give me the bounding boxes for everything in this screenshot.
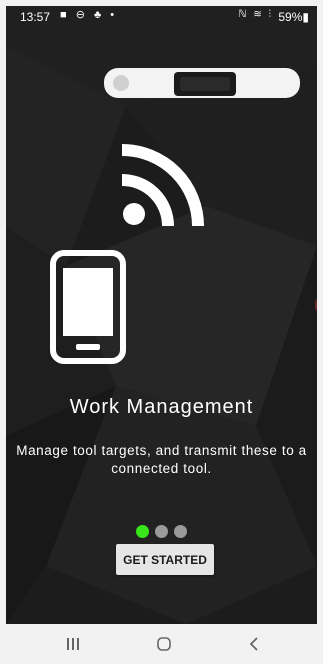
battery-indicator: 59%▮: [278, 10, 309, 24]
tool-icon: [104, 68, 300, 98]
smartphone-icon: [50, 250, 126, 364]
page-indicator: [136, 525, 196, 539]
recents-button[interactable]: [53, 632, 93, 656]
recents-icon: [67, 638, 79, 650]
page-dot-3[interactable]: [174, 525, 187, 538]
notification-icons: ■ ⊖ ♣ •: [60, 9, 118, 21]
back-icon: [249, 637, 258, 651]
page-dot-1[interactable]: [136, 525, 149, 538]
status-time: 13:57: [20, 10, 51, 24]
app-screen: 13:57 ■ ⊖ ♣ • ℕ ≋ ⫶ 59%▮ Work Management…: [6, 6, 317, 624]
side-marker: [315, 298, 317, 312]
get-started-button[interactable]: GET STARTED: [116, 544, 214, 575]
navigation-bar: [0, 624, 323, 664]
home-button[interactable]: [144, 632, 184, 656]
page-dot-2[interactable]: [155, 525, 168, 538]
wireless-signal-icon: [121, 144, 204, 227]
back-button[interactable]: [234, 632, 274, 656]
status-bar: 13:57 ■ ⊖ ♣ • ℕ ≋ ⫶ 59%▮: [6, 6, 317, 28]
onboarding-description: Manage tool targets, and transmit these …: [16, 443, 307, 476]
home-icon: [157, 637, 171, 651]
signal-icons: ℕ ≋ ⫶: [238, 9, 273, 20]
phone-frame: 13:57 ■ ⊖ ♣ • ℕ ≋ ⫶ 59%▮ Work Management…: [0, 0, 323, 664]
onboarding-title: Work Management: [69, 396, 254, 418]
